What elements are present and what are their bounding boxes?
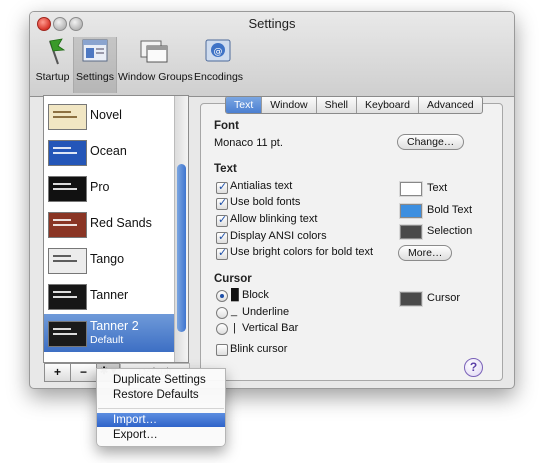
tab-window[interactable]: Window — [262, 97, 317, 113]
bright-bold-label: Use bright colors for bold text — [230, 246, 374, 258]
cursor-block-radio[interactable] — [216, 290, 228, 302]
settings-window-icon — [80, 37, 110, 65]
profile-thumbnail — [48, 212, 87, 238]
blink-cursor-checkbox[interactable] — [216, 344, 228, 356]
bold-text-color-well[interactable] — [399, 203, 423, 219]
antialias-checkbox[interactable] — [216, 180, 228, 194]
font-value: Monaco 11 pt. — [214, 137, 283, 149]
menu-item-duplicate-settings[interactable]: Duplicate Settings — [97, 373, 225, 387]
selection-color-label: Selection — [427, 225, 473, 237]
profile-item-tanner[interactable]: Tanner — [44, 278, 174, 314]
blinking-text-label: Allow blinking text — [230, 213, 318, 225]
bright-bold-checkbox[interactable] — [216, 246, 228, 260]
profile-item-ocean[interactable]: Ocean — [44, 134, 174, 170]
bold-fonts-label: Use bold fonts — [230, 196, 301, 208]
gear-popup-menu: Duplicate Settings Restore Defaults Impo… — [96, 368, 226, 447]
ansi-colors-label: Display ANSI colors — [230, 230, 327, 242]
antialias-label: Antialias text — [230, 180, 293, 192]
settings-window: Settings Startup Settings Window Groups … — [29, 11, 515, 389]
cursor-color-label: Cursor — [427, 292, 461, 304]
menu-item-import[interactable]: Import… — [97, 413, 225, 427]
profile-item-tanner-2[interactable]: Tanner 2 Default — [44, 314, 174, 352]
ansi-colors-checkbox[interactable] — [216, 230, 228, 244]
font-heading: Font — [214, 120, 239, 132]
more-colors-button[interactable]: More… — [398, 245, 453, 261]
cursor-vertical-bar-radio[interactable] — [216, 323, 228, 335]
cursor-heading: Cursor — [214, 273, 252, 285]
selection-color-well[interactable] — [399, 224, 423, 240]
cursor-underline-label: Underline — [242, 306, 290, 318]
toolbar-window-groups[interactable]: Window Groups — [118, 37, 193, 93]
toolbar-encodings[interactable]: @ Encodings — [194, 37, 243, 93]
blink-cursor-label: Blink cursor — [230, 343, 288, 355]
cursor-vertical-bar-glyph: | — [233, 322, 236, 334]
profile-item-pro[interactable]: Pro — [44, 170, 174, 206]
toolbar: Settings Startup Settings Window Groups … — [30, 12, 514, 97]
flag-icon — [38, 37, 68, 65]
menu-separator — [98, 408, 224, 409]
profile-thumbnail — [48, 176, 87, 202]
blinking-text-checkbox[interactable] — [216, 213, 228, 227]
profile-item-novel[interactable]: Novel — [44, 98, 174, 134]
cursor-color-well[interactable] — [399, 291, 423, 307]
profile-thumbnail — [48, 140, 87, 166]
menu-item-export[interactable]: Export… — [97, 428, 225, 442]
text-color-well[interactable] — [399, 181, 423, 197]
text-heading: Text — [214, 163, 237, 175]
change-font-button[interactable]: Change… — [397, 134, 465, 150]
svg-text:@: @ — [214, 47, 223, 57]
window-title: Settings — [248, 16, 296, 31]
window-groups-icon — [139, 37, 169, 65]
remove-profile-button[interactable]: − — [70, 363, 97, 382]
help-button[interactable]: ? — [464, 358, 483, 377]
profile-thumbnail — [48, 284, 87, 310]
profile-thumbnail — [48, 248, 87, 274]
profile-list[interactable]: Novel Ocean Pro Red Sands Tango Tanner T… — [43, 95, 189, 363]
text-color-label: Text — [427, 182, 448, 194]
tab-advanced[interactable]: Advanced — [419, 97, 482, 113]
add-profile-button[interactable]: + — [44, 363, 71, 382]
cursor-block-glyph: █ — [231, 289, 239, 301]
encodings-icon: @ — [203, 37, 233, 65]
toolbar-startup[interactable]: Startup — [33, 37, 72, 93]
tab-keyboard[interactable]: Keyboard — [357, 97, 419, 113]
scrollbar-thumb[interactable] — [177, 164, 186, 332]
profile-item-red-sands[interactable]: Red Sands — [44, 206, 174, 242]
tab-shell[interactable]: Shell — [317, 97, 357, 113]
profile-thumbnail — [48, 321, 87, 347]
cursor-vertical-bar-label: Vertical Bar — [242, 322, 299, 334]
cursor-block-label: Block — [242, 289, 269, 301]
cursor-underline-glyph: _ — [231, 305, 238, 317]
tab-bar: Text Window Shell Keyboard Advanced — [225, 96, 483, 114]
bold-text-color-label: Bold Text — [427, 204, 473, 216]
default-badge: Default — [90, 334, 124, 346]
cursor-underline-radio[interactable] — [216, 307, 228, 319]
toolbar-settings[interactable]: Settings — [73, 37, 117, 93]
tab-text[interactable]: Text — [226, 97, 263, 113]
profile-item-tango[interactable]: Tango — [44, 242, 174, 278]
profile-thumbnail — [48, 104, 87, 130]
profile-list-scrollbar[interactable] — [174, 96, 188, 362]
menu-item-restore-defaults[interactable]: Restore Defaults — [97, 388, 225, 402]
bold-fonts-checkbox[interactable] — [216, 196, 228, 210]
